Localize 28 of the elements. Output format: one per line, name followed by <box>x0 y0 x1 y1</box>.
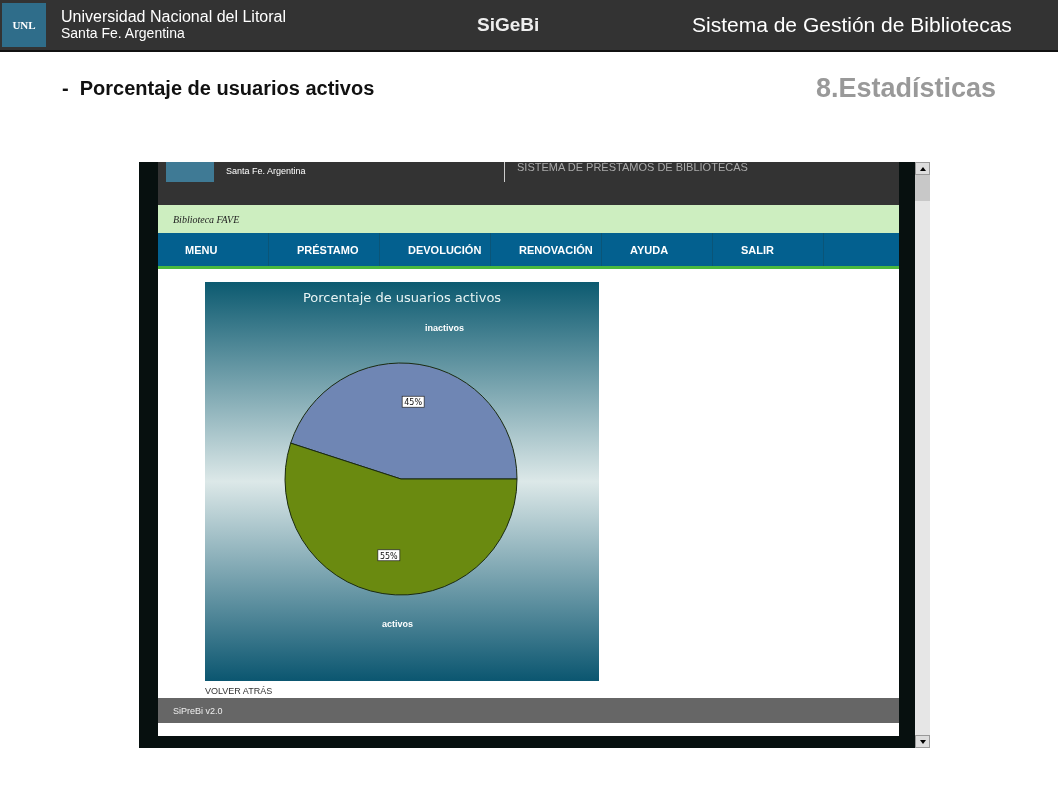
university-name: Universidad Nacional del Litoral <box>61 9 287 27</box>
value-label: 55% <box>377 549 401 562</box>
scroll-thumb[interactable] <box>915 175 930 201</box>
nav-item[interactable]: AYUDA <box>602 233 713 266</box>
nav-item[interactable]: SALIR <box>713 233 824 266</box>
chart-title: Porcentaje de usuarios activos <box>302 290 502 305</box>
back-link[interactable]: VOLVER ATRÁS <box>205 686 899 696</box>
site-location: Santa Fe. Argentina <box>226 166 307 176</box>
library-name: Biblioteca FAVE <box>173 213 240 225</box>
scroll-up-icon[interactable] <box>915 162 930 175</box>
nav-item[interactable]: PRÉSTAMO <box>269 233 380 266</box>
section-title: 8.Estadísticas <box>815 72 996 104</box>
nav-item[interactable]: RENOVACIÓN <box>491 233 602 266</box>
version-label: SiPreBi v2.0 <box>173 705 223 716</box>
university-location: Santa Fe. Argentina <box>61 26 186 41</box>
scroll-down-icon[interactable] <box>915 735 930 748</box>
nav-item[interactable]: MENU <box>158 233 269 266</box>
app-name: SiGeBi <box>477 14 541 36</box>
logo-icon: UNL <box>2 3 46 47</box>
category-label: activos <box>381 618 413 629</box>
logo-icon <box>166 162 214 182</box>
app-title: Sistema de Gestión de Bibliotecas <box>692 13 1012 37</box>
system-title: SISTEMA DE PRÉSTAMOS DE BIBLIOTECAS <box>517 162 748 173</box>
slide-heading: - Porcentaje de usuarios activos <box>62 76 375 100</box>
nav-item[interactable]: DEVOLUCIÓN <box>380 233 491 266</box>
category-label: inactivos <box>425 323 465 334</box>
scrollbar[interactable] <box>915 162 930 748</box>
value-label: 45% <box>401 395 425 408</box>
